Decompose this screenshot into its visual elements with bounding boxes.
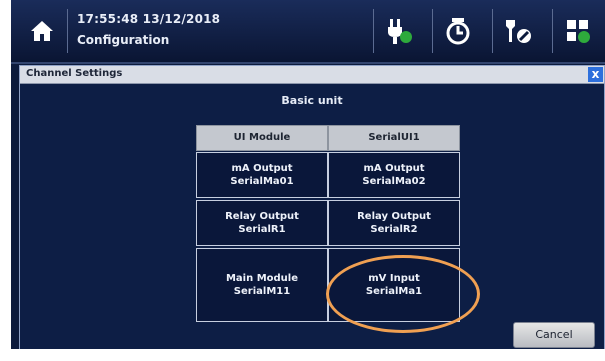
- close-button[interactable]: x: [588, 67, 603, 82]
- channel-settings-dialog: Channel Settings x Basic unit UI Module …: [19, 65, 605, 349]
- channel-serial: SerialR2: [370, 224, 418, 235]
- home-button[interactable]: [17, 9, 68, 53]
- datetime-label: 17:55:48 13/12/2018: [77, 12, 221, 26]
- hmi-screen: 17:55:48 13/12/2018 Configuration Channe…: [11, 0, 605, 349]
- wrench-icon: [506, 20, 531, 43]
- top-bar: 17:55:48 13/12/2018 Configuration: [11, 0, 605, 64]
- channel-type: Relay Output: [225, 211, 299, 222]
- channel-type: Main Module: [225, 273, 299, 284]
- channel-type: mA Output: [231, 163, 293, 174]
- channel-serial: SerialMa1: [365, 286, 423, 297]
- channel-type: mV Input: [368, 273, 420, 284]
- column-header-ui-module: UI Module: [196, 125, 328, 151]
- grid-icon: [567, 20, 590, 43]
- timer-icon: [446, 18, 470, 45]
- home-icon: [31, 21, 53, 41]
- channel-cell-ma-output-1[interactable]: mA Output SerialMa01: [196, 152, 328, 198]
- channel-cell-relay-output-1[interactable]: Relay Output SerialR1: [196, 200, 328, 246]
- menu-button[interactable]: [552, 9, 605, 53]
- channel-serial: SerialMa02: [362, 176, 426, 187]
- timer-button[interactable]: [432, 9, 481, 53]
- channel-cell-main-module[interactable]: Main Module SerialM11: [196, 248, 328, 322]
- channel-cell-ma-output-2[interactable]: mA Output SerialMa02: [328, 152, 460, 198]
- channel-serial: SerialMa01: [230, 176, 294, 187]
- channel-serial: SerialR1: [238, 224, 286, 235]
- channel-type: mA Output: [363, 163, 425, 174]
- channel-cell-relay-output-2[interactable]: Relay Output SerialR2: [328, 200, 460, 246]
- cancel-button[interactable]: Cancel: [513, 322, 595, 348]
- close-icon: x: [591, 67, 600, 81]
- settings-button[interactable]: [492, 9, 541, 53]
- screen-title: Configuration: [77, 33, 170, 47]
- channel-cell-mv-input[interactable]: mV Input SerialMa1: [328, 248, 460, 322]
- power-plug-icon: [388, 19, 412, 44]
- dialog-title: Channel Settings: [26, 68, 123, 79]
- dialog-header: Channel Settings x: [20, 66, 604, 84]
- column-header-serialui1: SerialUI1: [328, 125, 460, 151]
- channel-type: Relay Output: [357, 211, 431, 222]
- channel-serial: SerialM11: [233, 286, 291, 297]
- unit-title: Basic unit: [281, 94, 343, 107]
- power-button[interactable]: [373, 9, 422, 53]
